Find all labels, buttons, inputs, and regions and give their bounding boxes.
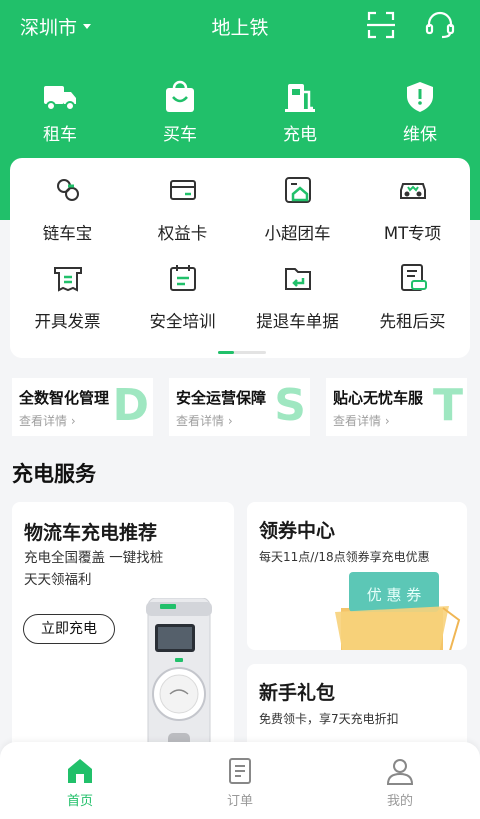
section-title: 充电服务 bbox=[12, 462, 96, 486]
banner-title: 贴心无忧车服 bbox=[333, 389, 424, 407]
coupon-card-title: 领券中心 bbox=[259, 520, 336, 542]
coupon-illustration-text: 优 惠 券 bbox=[367, 586, 422, 604]
charge-card-desc: 充电全国覆盖 一键找桩 天天领福利 bbox=[24, 547, 163, 591]
banner-link[interactable]: 查看详情 › bbox=[19, 412, 76, 429]
charger-illustration bbox=[146, 598, 212, 762]
coupon-center-card[interactable]: 领券中心 每天11点//18点领券享充电优惠 优 惠 券 bbox=[247, 502, 467, 650]
charge-card-desc-line2: 天天领福利 bbox=[24, 572, 92, 588]
banner-title: 全数智化管理 bbox=[19, 389, 110, 407]
document-car-icon bbox=[400, 264, 427, 291]
service-rent-label: 租车 bbox=[43, 125, 77, 145]
tab-home-label: 首页 bbox=[66, 794, 93, 809]
coupon-illustration: 优 惠 券 bbox=[335, 572, 461, 650]
service-charge-label: 充电 bbox=[283, 125, 317, 145]
grid-item-label: 小超团车 bbox=[264, 224, 331, 243]
page-indicator bbox=[218, 351, 266, 354]
tab-profile[interactable]: 我的 bbox=[320, 742, 480, 819]
grid-item-rent-then-buy[interactable]: 先租后买 bbox=[355, 262, 470, 332]
banner-letter: D bbox=[112, 380, 149, 431]
house-screen-icon bbox=[284, 177, 311, 203]
charge-card-desc-line1: 充电全国覆盖 一键找桩 bbox=[24, 550, 164, 566]
card-icon bbox=[169, 180, 196, 200]
banner-link[interactable]: 查看详情 › bbox=[333, 412, 390, 429]
banner-letter: S bbox=[274, 380, 306, 431]
service-charge[interactable]: 充电 bbox=[240, 80, 360, 145]
vehicle-icon bbox=[399, 183, 426, 199]
grid-item-label: 权益卡 bbox=[157, 224, 208, 243]
charge-now-button[interactable]: 立即充电 bbox=[23, 614, 115, 644]
grid-item-card[interactable]: 权益卡 bbox=[125, 174, 240, 244]
charge-card-title: 物流车充电推荐 bbox=[24, 522, 158, 544]
grid-item-label: 提退车单据 bbox=[256, 312, 339, 331]
banner-safety[interactable]: S 安全运营保障 查看详情 › bbox=[169, 378, 310, 436]
grid-item-return-docs[interactable]: 提退车单据 bbox=[240, 262, 355, 332]
header: 深圳市 地上铁 bbox=[0, 0, 480, 52]
home-icon bbox=[68, 759, 92, 783]
service-buy[interactable]: 买车 bbox=[120, 80, 240, 145]
grid-item-label: 先租后买 bbox=[379, 312, 446, 331]
grid-item-mt[interactable]: MT专项 bbox=[355, 174, 470, 244]
service-rent[interactable]: 租车 bbox=[0, 80, 120, 145]
service-maintenance[interactable]: 维保 bbox=[360, 80, 480, 145]
city-label: 深圳市 bbox=[20, 17, 78, 39]
customer-service-button[interactable] bbox=[424, 10, 456, 40]
grid-item-label: MT专项 bbox=[383, 224, 442, 243]
order-icon bbox=[229, 758, 251, 784]
tab-orders[interactable]: 订单 bbox=[160, 742, 320, 819]
profile-icon bbox=[386, 759, 414, 785]
scan-button[interactable] bbox=[366, 10, 396, 40]
coupon-card-desc: 每天11点//18点领券享充电优惠 bbox=[259, 550, 430, 564]
grid-item-training[interactable]: 安全培训 bbox=[125, 262, 240, 332]
tab-home[interactable]: 首页 bbox=[0, 742, 160, 819]
headset-icon bbox=[425, 11, 455, 39]
chevron-down-icon bbox=[83, 24, 92, 29]
promo-banners: D 全数智化管理 查看详情 › S 安全运营保障 查看详情 › T 贴心无忧车服… bbox=[12, 378, 468, 436]
main-services: 租车 买车 充电 维保 bbox=[0, 80, 480, 145]
shield-icon bbox=[407, 82, 433, 112]
banner-service[interactable]: T 贴心无忧车服 查看详情 › bbox=[326, 378, 467, 436]
charge-recommend-card[interactable]: 物流车充电推荐 充电全国覆盖 一键找桩 天天领福利 立即充电 bbox=[12, 502, 234, 762]
grid-item-label: 安全培训 bbox=[149, 312, 216, 331]
grid-item-label: 链车宝 bbox=[42, 224, 93, 243]
grid-item-label: 开具发票 bbox=[34, 312, 101, 331]
banner-link[interactable]: 查看详情 › bbox=[176, 412, 233, 429]
feature-grid-card: 链车宝 权益卡 小超团车 MT专项 开具发票 安全培训 提退车单据 先租后买 bbox=[10, 158, 470, 358]
scan-icon bbox=[367, 11, 395, 39]
charging-station-icon bbox=[285, 84, 315, 112]
service-buy-label: 买车 bbox=[163, 125, 197, 145]
banner-letter: T bbox=[432, 380, 463, 431]
shopping-bag-icon bbox=[166, 80, 194, 112]
gift-card-title: 新手礼包 bbox=[259, 682, 336, 704]
tab-profile-label: 我的 bbox=[386, 794, 413, 809]
calendar-icon bbox=[169, 265, 196, 291]
grid-item-invoice[interactable]: 开具发票 bbox=[10, 262, 125, 332]
banner-digital[interactable]: D 全数智化管理 查看详情 › bbox=[12, 378, 153, 436]
gift-card-desc: 免费领卡，享7天充电折扣 bbox=[259, 712, 399, 726]
banner-title: 安全运营保障 bbox=[176, 389, 267, 407]
tab-orders-label: 订单 bbox=[226, 794, 253, 809]
grid-item-link[interactable]: 链车宝 bbox=[10, 174, 125, 244]
grid-item-group-car[interactable]: 小超团车 bbox=[240, 174, 355, 244]
folder-return-icon bbox=[284, 268, 311, 290]
bottom-navigation: 首页 订单 我的 bbox=[0, 742, 480, 819]
truck-icon bbox=[44, 86, 76, 111]
link-icon bbox=[56, 179, 79, 201]
city-selector[interactable]: 深圳市 bbox=[20, 13, 92, 40]
invoice-icon bbox=[53, 267, 82, 292]
service-maintenance-label: 维保 bbox=[403, 125, 437, 145]
